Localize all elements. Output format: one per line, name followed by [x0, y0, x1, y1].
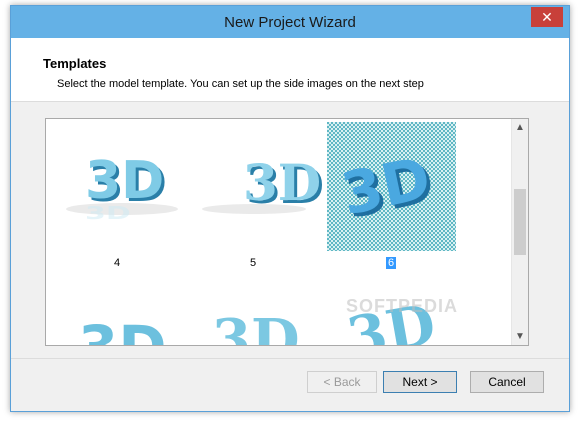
svg-text:3D: 3D	[85, 202, 131, 223]
template-label-6[interactable]: 6	[386, 257, 397, 269]
template-tile-row2-2[interactable]: 3D	[194, 287, 322, 346]
template-row2-2-thumbnail: 3D	[212, 307, 300, 346]
template-4-thumbnail: 3D 3D 3D	[66, 151, 178, 223]
back-button[interactable]: < Back	[307, 371, 377, 393]
template-tile-5[interactable]: 3D 3D	[194, 123, 322, 251]
template-5-thumbnail: 3D 3D	[202, 153, 322, 215]
template-tile-4[interactable]: 3D 3D 3D	[58, 123, 186, 251]
window-title: New Project Wizard	[224, 14, 356, 31]
wizard-header: Templates Select the model template. You…	[11, 38, 569, 102]
wizard-window: New Project Wizard ✕ Templates Select th…	[10, 5, 570, 412]
softpedia-watermark: SOFTPEDIA	[346, 296, 459, 316]
cancel-button[interactable]: Cancel	[470, 371, 544, 393]
template-tile-6[interactable]: 3D 3D	[327, 123, 455, 251]
gallery-scrollbar[interactable]: ▲ ▼	[511, 119, 528, 345]
title-bar[interactable]: New Project Wizard ✕	[11, 6, 569, 38]
template-label-5[interactable]: 5	[250, 257, 256, 269]
template-row2-1-thumbnail: 3D	[78, 313, 167, 346]
close-icon: ✕	[541, 9, 553, 25]
scroll-up-icon[interactable]: ▲	[512, 119, 528, 136]
svg-text:3D: 3D	[78, 313, 167, 346]
svg-text:3D: 3D	[212, 307, 300, 346]
template-tile-row2-1[interactable]: 3D	[58, 287, 186, 346]
page-subtitle: Select the model template. You can set u…	[57, 78, 424, 90]
scroll-thumb[interactable]	[514, 189, 526, 255]
footer-divider	[11, 358, 569, 359]
page-title: Templates	[43, 56, 107, 71]
template-label-4[interactable]: 4	[114, 257, 120, 269]
close-button[interactable]: ✕	[531, 7, 563, 27]
next-button[interactable]: Next >	[383, 371, 457, 393]
scroll-down-icon[interactable]: ▼	[512, 328, 528, 345]
svg-text:3D: 3D	[243, 153, 321, 212]
template-6-thumbnail: 3D 3D	[336, 144, 440, 232]
